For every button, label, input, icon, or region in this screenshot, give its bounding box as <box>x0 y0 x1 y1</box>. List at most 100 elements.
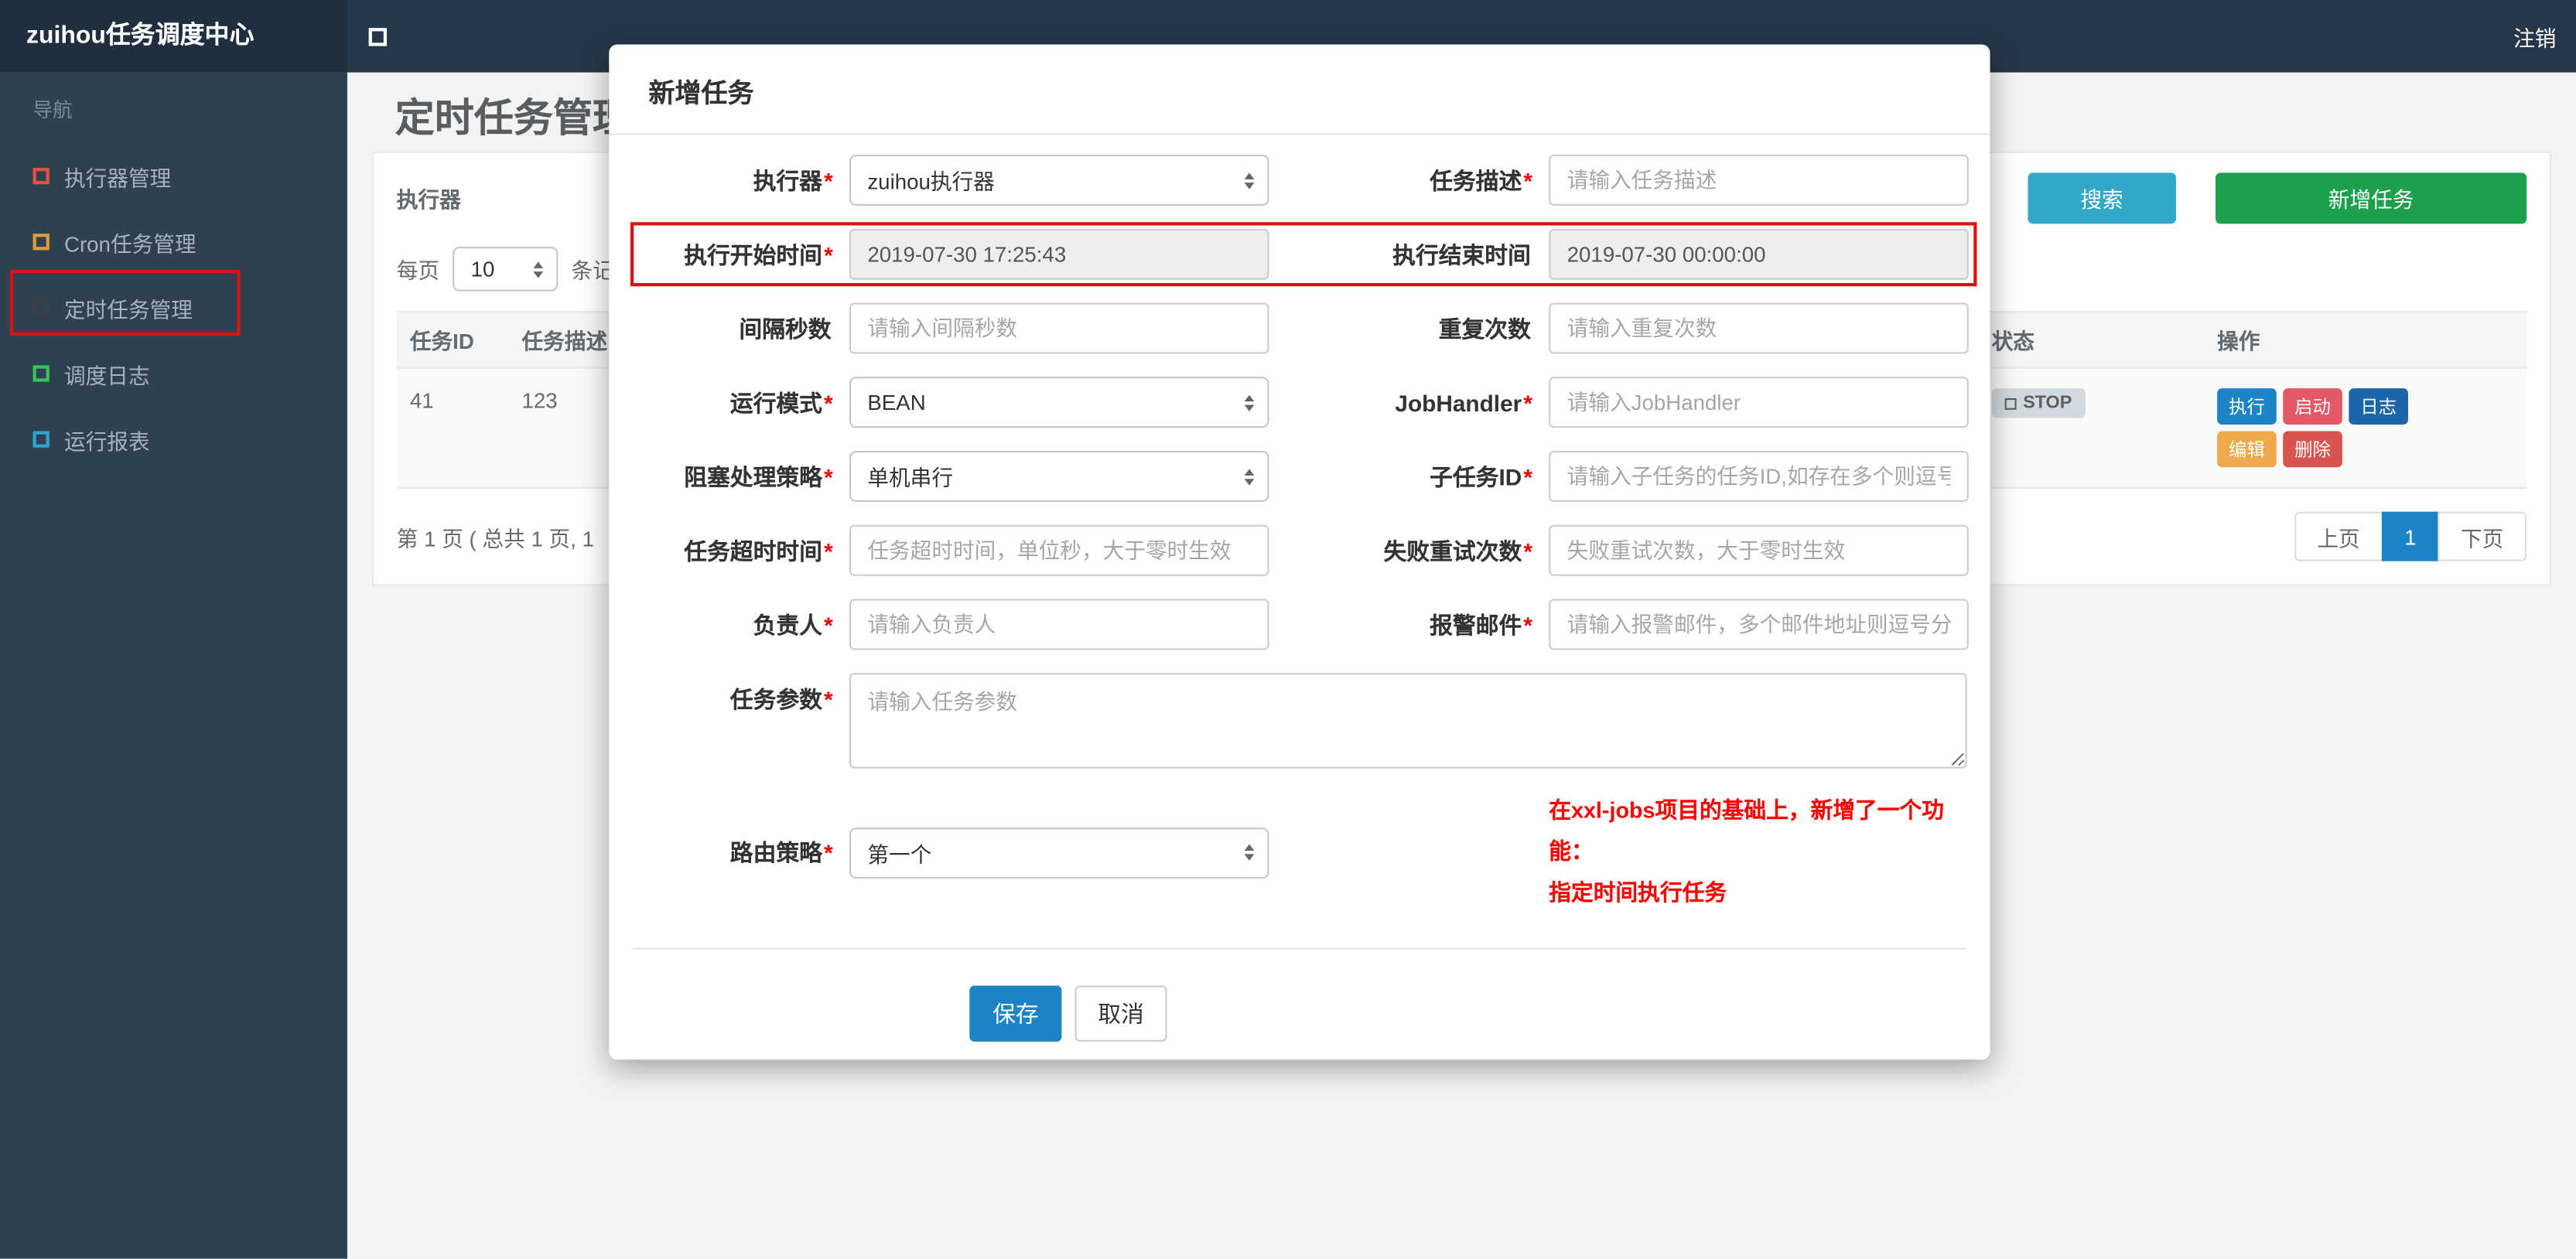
add-job-button[interactable]: 新增任务 <box>2216 172 2527 224</box>
sidebar-item-run-report[interactable]: 运行报表 <box>0 407 347 473</box>
stop-square-icon <box>2004 397 2017 409</box>
brand-logo: zuihou任务调度中心 <box>0 0 347 73</box>
next-page-button[interactable]: 下页 <box>2438 511 2527 561</box>
block-strategy-select-value: 单机串行 <box>867 466 954 491</box>
square-outline-icon <box>32 234 50 251</box>
sidebar-item-timed-jobs[interactable]: 定时任务管理 <box>0 275 347 340</box>
col-header-actions: 操作 <box>2217 329 2260 354</box>
modal-divider <box>632 947 1967 950</box>
block-strategy-select[interactable]: 单机串行 <box>849 451 1269 502</box>
square-outline-icon <box>32 365 50 382</box>
square-outline-icon <box>32 299 50 316</box>
col-header-job-id: 任务ID <box>409 329 474 354</box>
run-mode-label: 运行模式 * <box>729 389 833 416</box>
sidebar-toggle-icon[interactable] <box>368 27 388 46</box>
interval-label: 间隔秒数 <box>739 315 832 342</box>
block-strategy-control: 单机串行 <box>849 451 1269 502</box>
log-button[interactable]: 日志 <box>2349 388 2408 425</box>
select-stepper-icon <box>533 261 544 278</box>
edit-button[interactable]: 编辑 <box>2217 431 2277 468</box>
sidebar-nav-label: 导航 <box>32 98 73 122</box>
add-job-modal: 新增任务 执行器* zuihou执行器 任务描述* 执行开始时间* <box>609 44 1990 1060</box>
sidebar-item-label: Cron任务管理 <box>63 230 196 256</box>
pagination-summary: 第 1 页 ( 总共 1 页, 1 <box>396 525 594 551</box>
select-stepper-icon <box>1244 468 1255 485</box>
sidebar-item-executor-manage[interactable]: 执行器管理 <box>0 143 347 209</box>
per-page-value: 10 <box>470 256 495 281</box>
modal-body: 执行器* zuihou执行器 任务描述* 执行开始时间* <box>609 135 1990 1087</box>
route-strategy-label: 路由策略 * <box>729 840 833 867</box>
modal-footer-buttons: 保存 取消 <box>969 985 1966 1087</box>
form-row-mode-handler: 运行模式 * BEAN JobHandler * <box>632 377 1969 428</box>
job-handler-label: JobHandler * <box>1395 389 1532 416</box>
retry-count-input[interactable] <box>1549 524 1969 576</box>
square-outline-icon <box>32 168 50 185</box>
retry-count-label: 失败重试次数 * <box>1383 537 1532 564</box>
per-page-select[interactable]: 10 <box>453 247 559 292</box>
required-mark: * <box>824 389 833 416</box>
start-button[interactable]: 启动 <box>2283 388 2342 425</box>
timeout-input[interactable] <box>849 524 1269 576</box>
status-text: STOP <box>2023 393 2072 414</box>
run-mode-select-value: BEAN <box>867 390 926 415</box>
save-button[interactable]: 保存 <box>969 985 1062 1042</box>
run-button[interactable]: 执行 <box>2217 388 2277 425</box>
required-mark: * <box>1523 166 1532 194</box>
required-mark: * <box>824 241 833 268</box>
job-param-textarea[interactable] <box>849 673 1967 769</box>
start-time-control <box>849 228 1269 280</box>
owner-input[interactable] <box>849 599 1269 650</box>
per-page-prefix-label: 每页 <box>396 258 440 283</box>
timeout-label: 任务超时时间 * <box>684 537 833 564</box>
modal-header: 新增任务 <box>609 44 1990 135</box>
required-mark: * <box>1523 462 1532 490</box>
child-job-id-control <box>1549 451 1969 502</box>
cancel-button[interactable]: 取消 <box>1074 985 1167 1042</box>
logout-link[interactable]: 注销 <box>2513 21 2556 52</box>
alarm-email-input[interactable] <box>1549 599 1969 650</box>
child-job-id-label: 子任务ID * <box>1430 462 1532 490</box>
page-title: 定时任务管理 <box>395 97 633 142</box>
block-strategy-label: 阻塞处理策略 * <box>684 462 833 490</box>
route-strategy-select[interactable]: 第一个 <box>849 827 1269 879</box>
required-mark: * <box>824 537 833 564</box>
select-stepper-icon <box>1244 172 1255 189</box>
job-param-label: 任务参数 * <box>729 686 833 713</box>
timeout-control <box>849 524 1269 576</box>
job-desc-label: 任务描述 * <box>1430 166 1532 194</box>
child-job-id-input[interactable] <box>1549 451 1969 502</box>
repeat-count-input[interactable] <box>1549 302 1969 354</box>
prev-page-button[interactable]: 上页 <box>2294 511 2383 561</box>
job-desc-input[interactable] <box>1549 155 1969 206</box>
run-mode-select[interactable]: BEAN <box>849 377 1269 428</box>
form-row-block-child: 阻塞处理策略 * 单机串行 子任务ID * <box>632 451 1969 502</box>
start-time-input[interactable] <box>849 228 1269 280</box>
feature-note: 在xxl-jobs项目的基础上，新增了一个功能： 指定时间执行任务 <box>1549 791 1966 914</box>
form-row-route: 路由策略 * 第一个 在xxl-jobs项目的基础上，新增了一个功能： 指定时间执… <box>632 791 1967 914</box>
executor-label: 执行器 * <box>753 166 833 194</box>
repeat-count-label: 重复次数 <box>1438 315 1531 342</box>
form-row-owner-email: 负责人* 报警邮件* <box>632 599 1969 650</box>
required-mark: * <box>824 840 833 867</box>
search-button[interactable]: 搜索 <box>2028 172 2176 224</box>
square-outline-icon <box>32 431 50 448</box>
route-strategy-select-value: 第一个 <box>867 842 932 868</box>
required-mark: * <box>824 686 833 713</box>
app-root: zuihou任务调度中心 注销 导航 执行器管理 Cron任务管理 定时任务管理… <box>0 0 2576 1259</box>
executor-filter-label: 执行器 <box>396 187 461 213</box>
interval-input[interactable] <box>849 302 1269 354</box>
run-mode-control: BEAN <box>849 377 1269 428</box>
owner-control <box>849 599 1269 650</box>
sidebar-item-cron-jobs[interactable]: Cron任务管理 <box>0 209 347 275</box>
col-header-status: 状态 <box>1991 329 2034 354</box>
action-buttons: 执行 启动 日志 编辑 删除 <box>2217 388 2414 468</box>
page-1-button[interactable]: 1 <box>2381 511 2440 561</box>
sidebar-item-label: 运行报表 <box>63 428 150 454</box>
delete-button[interactable]: 删除 <box>2283 431 2342 468</box>
executor-select[interactable]: zuihou执行器 <box>849 155 1269 206</box>
owner-label: 负责人 * <box>753 611 833 638</box>
sidebar-item-schedule-logs[interactable]: 调度日志 <box>0 340 347 406</box>
end-time-input[interactable] <box>1549 228 1969 280</box>
alarm-email-control <box>1549 599 1969 650</box>
job-handler-input[interactable] <box>1549 377 1969 428</box>
